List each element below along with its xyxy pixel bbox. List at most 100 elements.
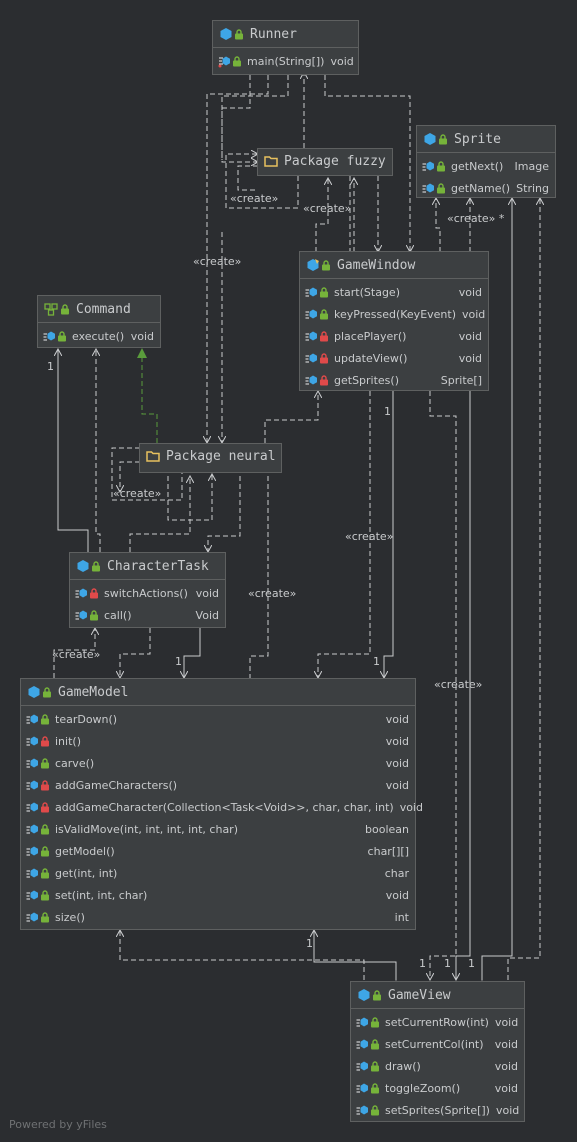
method-icon	[305, 375, 317, 385]
lock-public-icon	[320, 308, 328, 319]
lock-private-icon	[90, 587, 98, 598]
lock-public-icon	[437, 160, 445, 171]
member-name: tearDown()	[55, 712, 118, 726]
member-icons	[356, 1016, 380, 1029]
member-type: void	[462, 307, 486, 321]
member-name: isValidMove(int, int, int, int, char)	[55, 822, 238, 836]
member-row[interactable]: setCurrentRow(int) void	[351, 1011, 524, 1033]
member-type: boolean	[365, 822, 409, 836]
member-row[interactable]: updateView() void	[300, 347, 488, 369]
member-icons	[75, 587, 99, 600]
member-type: Void	[195, 608, 219, 622]
label-mult-gw: 1	[384, 405, 391, 418]
member-row[interactable]: set(int, int, char) void	[21, 884, 415, 906]
member-row[interactable]: addGameCharacters() void	[21, 774, 415, 796]
member-row[interactable]: switchActions() void	[70, 582, 225, 604]
member-icons	[26, 911, 50, 924]
package-header: Package fuzzy	[258, 149, 392, 173]
member-row[interactable]: draw() void	[351, 1055, 524, 1077]
class-icon	[219, 27, 244, 41]
member-row[interactable]: getModel() char[][]	[21, 840, 415, 862]
lock-public-icon	[41, 867, 49, 878]
lock-public-icon	[41, 889, 49, 900]
package-fuzzy[interactable]: Package fuzzy	[257, 148, 393, 176]
member-row[interactable]: call() Void	[70, 604, 225, 626]
class-gameview[interactable]: GameView setCurrentRow(int) void setCurren…	[350, 981, 525, 1122]
interface-icon	[423, 132, 448, 146]
method-icon	[43, 331, 55, 341]
lock-icon	[373, 989, 381, 1000]
member-row[interactable]: isValidMove(int, int, int, int, char) boo…	[21, 818, 415, 840]
lock-icon	[235, 28, 243, 39]
member-name: switchActions()	[104, 586, 188, 600]
lock-public-icon	[371, 1016, 379, 1027]
method-icon	[422, 161, 434, 171]
member-type: void	[458, 285, 482, 299]
member-list: setCurrentRow(int) void setCurrentCol(int)…	[351, 1009, 524, 1123]
class-header: Command	[38, 296, 160, 323]
package-neural[interactable]: Package neural	[139, 443, 282, 473]
member-name: start(Stage)	[334, 285, 400, 299]
class-title: Sprite	[454, 131, 501, 147]
interface-sprite[interactable]: Sprite getNext() Image getName() String	[416, 125, 556, 198]
member-row[interactable]: size() int	[21, 906, 415, 928]
lock-public-icon	[90, 609, 98, 620]
label-create-gw-gv: «create»	[434, 678, 483, 691]
lock-public-icon	[41, 713, 49, 724]
member-name: setCurrentCol(int)	[385, 1037, 484, 1051]
member-row[interactable]: start(Stage) void	[300, 281, 488, 303]
package-header: Package neural	[140, 444, 281, 468]
lock-public-icon	[371, 1082, 379, 1093]
edge-neural-gamewindow	[264, 391, 318, 443]
member-row[interactable]: getNext() Image	[417, 155, 555, 177]
lock-public-icon	[41, 757, 49, 768]
lock-icon	[43, 686, 51, 697]
class-charactertask[interactable]: CharacterTask switchActions() void call() V…	[69, 552, 226, 628]
method-icon	[305, 287, 317, 297]
method-icon	[26, 714, 38, 724]
member-type: int	[394, 910, 409, 924]
member-row[interactable]: getSprites() Sprite[]	[300, 369, 488, 391]
class-icon	[76, 559, 101, 573]
package-title: Package neural	[166, 448, 276, 464]
interface-icon	[44, 302, 70, 316]
member-row[interactable]: setCurrentCol(int) void	[351, 1033, 524, 1055]
member-icons	[75, 609, 99, 622]
member-name: getNext()	[451, 159, 504, 173]
member-row[interactable]: addGameCharacter(Collection<Task<Void>>,…	[21, 796, 423, 818]
member-name: call()	[104, 608, 132, 622]
method-icon	[356, 1061, 368, 1071]
member-row[interactable]: init() void	[21, 730, 415, 752]
member-row[interactable]: get(int, int) char	[21, 862, 415, 884]
member-row[interactable]: carve() void	[21, 752, 415, 774]
class-gamemodel[interactable]: GameModel tearDown() void init() void carve(…	[20, 678, 423, 930]
member-row[interactable]: main(String[]) void	[213, 50, 358, 72]
member-list: getNext() Image getName() String	[417, 153, 555, 201]
member-type: void	[458, 351, 482, 365]
member-type: Sprite[]	[440, 373, 482, 387]
member-type: void	[385, 888, 409, 902]
method-icon	[26, 736, 38, 746]
member-row[interactable]: tearDown() void	[21, 708, 415, 730]
member-row[interactable]: getName() String	[417, 177, 555, 199]
method-icon	[26, 846, 38, 856]
member-row[interactable]: setSprites(Sprite[]) void	[351, 1099, 524, 1121]
member-row[interactable]: placePlayer() void	[300, 325, 488, 347]
member-row[interactable]: keyPressed(KeyEvent) void	[300, 303, 488, 325]
folder-icon	[264, 156, 278, 167]
member-row[interactable]: execute() void	[38, 325, 160, 347]
package-title: Package fuzzy	[284, 153, 386, 169]
member-icons	[26, 713, 50, 726]
class-gamewindow[interactable]: GameWindow start(Stage) void keyPressed(Ke…	[299, 251, 489, 391]
member-row[interactable]: toggleZoom() void	[351, 1077, 524, 1099]
edge-neural-charactertask-2	[208, 476, 241, 552]
method-icon	[75, 588, 87, 598]
method-icon	[26, 912, 38, 922]
label-create-gw-gm: «create»	[345, 530, 394, 543]
lock-icon	[439, 133, 447, 144]
method-icon	[305, 309, 317, 319]
interface-command[interactable]: Command execute() void	[37, 295, 161, 348]
class-runner[interactable]: Runner main(String[]) void	[212, 20, 359, 75]
lock-public-icon	[58, 330, 66, 341]
lock-public-icon	[41, 845, 49, 856]
